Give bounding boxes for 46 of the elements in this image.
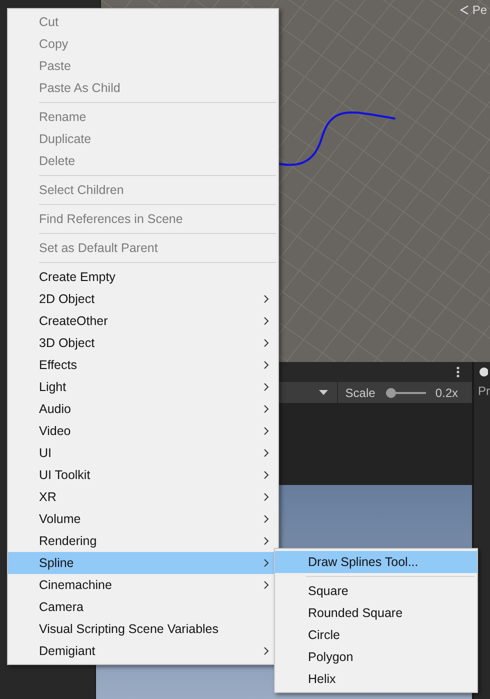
menu-item[interactable]: XR [8, 486, 278, 508]
submenu-chevron-icon [264, 515, 269, 523]
dropdown-arrow-icon[interactable] [319, 390, 328, 395]
slider-thumb[interactable] [386, 388, 396, 398]
submenu-chevron-icon [264, 559, 269, 567]
menu-item[interactable]: Effects [8, 354, 278, 376]
inspector-icon [478, 367, 488, 377]
submenu-chevron-icon [264, 449, 269, 457]
inspector-label: Pr [477, 384, 490, 398]
menu-item[interactable]: Video [8, 420, 278, 442]
submenu-chevron-icon [264, 493, 269, 501]
projection-label[interactable]: Pe [472, 3, 487, 17]
submenu-chevron-icon [264, 581, 269, 589]
menu-item[interactable]: Create Empty [8, 266, 278, 288]
menu-item[interactable]: 3D Object [8, 332, 278, 354]
menu-item[interactable]: 2D Object [8, 288, 278, 310]
submenu-chevron-icon [264, 537, 269, 545]
submenu-chevron-icon [264, 471, 269, 479]
menu-item[interactable]: Camera [8, 596, 278, 618]
submenu-chevron-icon [264, 647, 269, 655]
submenu-chevron-icon [264, 295, 269, 303]
scale-label: Scale [345, 386, 376, 400]
menu-item[interactable]: UI Toolkit [8, 464, 278, 486]
menu-item[interactable]: Rounded Square [275, 602, 477, 624]
scale-value: 0.2x [435, 386, 458, 400]
menu-item[interactable]: Circle [275, 624, 477, 646]
menu-item[interactable]: Demigiant [8, 640, 278, 662]
menu-item[interactable]: UI [8, 442, 278, 464]
submenu-chevron-icon [264, 383, 269, 391]
submenu-chevron-icon [264, 405, 269, 413]
menu-item[interactable]: Polygon [275, 646, 477, 668]
menu-item[interactable]: Cinemachine [8, 574, 278, 596]
more-options-icon[interactable] [456, 366, 460, 378]
menu-item[interactable]: Draw Splines Tool... [275, 551, 477, 573]
submenu-chevron-icon [264, 427, 269, 435]
menu-item[interactable]: Volume [8, 508, 278, 530]
menu-item[interactable]: CreateOther [8, 310, 278, 332]
menu-item[interactable]: Square [275, 580, 477, 602]
menu-item[interactable]: Visual Scripting Scene Variables [8, 618, 278, 640]
submenu-chevron-icon [264, 361, 269, 369]
submenu-chevron-icon [264, 339, 269, 347]
menu-item[interactable]: Helix [275, 668, 477, 690]
submenu-chevron-icon [264, 317, 269, 325]
menu-item[interactable]: Light [8, 376, 278, 398]
menu-item[interactable]: Audio [8, 398, 278, 420]
menu-item[interactable]: Rendering [8, 530, 278, 552]
